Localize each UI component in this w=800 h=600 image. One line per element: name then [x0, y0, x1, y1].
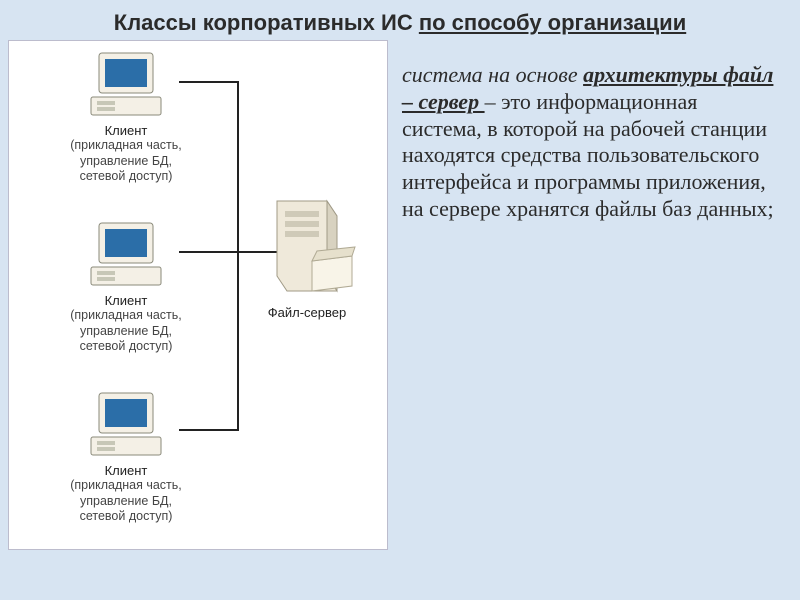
- server-tower-icon: [257, 191, 357, 301]
- content-row: Клиент (прикладная часть, управление БД,…: [0, 40, 800, 560]
- network-vertical-line: [237, 81, 239, 431]
- client-node-2: Клиент (прикладная часть, управление БД,…: [21, 221, 231, 355]
- description-lead: система на основе: [402, 62, 583, 87]
- computer-icon: [81, 51, 171, 121]
- title-prefix: Классы корпоративных ИС: [114, 10, 419, 35]
- server-node: Файл-сервер: [242, 191, 372, 320]
- slide: Классы корпоративных ИС по способу орган…: [0, 0, 800, 600]
- client-sublabel: (прикладная часть, управление БД, сетево…: [21, 478, 231, 525]
- client-node-3: Клиент (прикладная часть, управление БД,…: [21, 391, 231, 525]
- client-sublabel: (прикладная часть, управление БД, сетево…: [21, 138, 231, 185]
- computer-icon: [81, 391, 171, 461]
- client-label: Клиент: [21, 123, 231, 138]
- server-label: Файл-сервер: [242, 305, 372, 320]
- title-underlined: по способу организации: [419, 10, 686, 35]
- client-node-1: Клиент (прикладная часть, управление БД,…: [21, 51, 231, 185]
- client-label: Клиент: [21, 293, 231, 308]
- slide-title: Классы корпоративных ИС по способу орган…: [0, 0, 800, 40]
- description-text: система на основе архитектуры файл – сер…: [398, 40, 788, 552]
- computer-icon: [81, 221, 171, 291]
- diagram: Клиент (прикладная часть, управление БД,…: [8, 40, 388, 550]
- client-label: Клиент: [21, 463, 231, 478]
- client-sublabel: (прикладная часть, управление БД, сетево…: [21, 308, 231, 355]
